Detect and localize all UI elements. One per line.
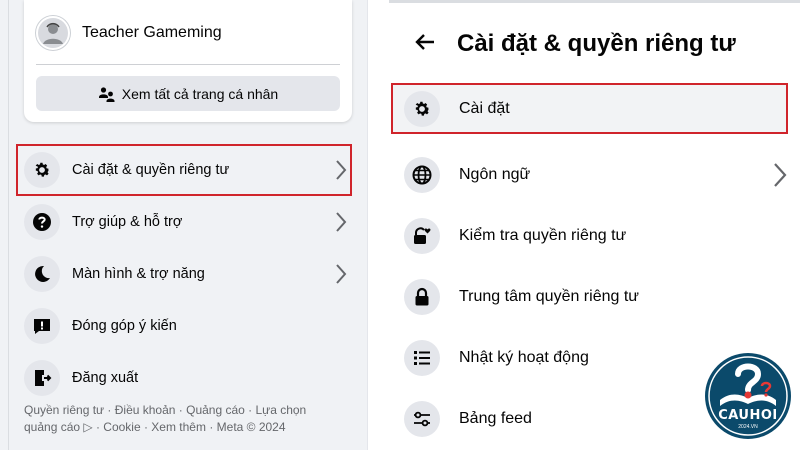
question-icon bbox=[24, 204, 60, 240]
gear-icon bbox=[404, 90, 440, 127]
cauhoi-watermark-logo: CAUHOI 2024.VN bbox=[700, 348, 796, 444]
chevron-right-icon bbox=[334, 159, 348, 181]
watermark-subtext: 2024.VN bbox=[738, 424, 758, 430]
footer-line[interactable]: Quyền riêng tư · Điều khoản · Quảng cáo … bbox=[24, 402, 344, 419]
menu-item-privacy-center[interactable]: Trung tâm quyền riêng tư bbox=[391, 266, 788, 327]
menu-item-label: Đóng góp ý kiến bbox=[72, 318, 177, 334]
logout-icon bbox=[24, 360, 60, 396]
list-icon bbox=[404, 339, 440, 376]
gear-icon bbox=[24, 152, 60, 188]
avatar[interactable] bbox=[36, 16, 70, 50]
menu-item-label: Cài đặt bbox=[459, 99, 510, 117]
account-menu-panel: Teacher Gameming Xem tất cả trang cá nhâ… bbox=[0, 0, 368, 450]
account-menu-list: Cài đặt & quyền riêng tư Trợ giúp & hỗ t… bbox=[16, 144, 352, 404]
menu-item-give-feedback[interactable]: Đóng góp ý kiến bbox=[16, 300, 352, 352]
menu-item-settings-privacy[interactable]: Cài đặt & quyền riêng tư bbox=[16, 144, 352, 196]
menu-item-label: Màn hình & trợ năng bbox=[72, 266, 205, 282]
menu-item-help-support[interactable]: Trợ giúp & hỗ trợ bbox=[16, 196, 352, 248]
menu-item-language[interactable]: Ngôn ngữ bbox=[391, 144, 788, 205]
panel-edge bbox=[8, 0, 9, 450]
chevron-right-icon bbox=[772, 162, 788, 188]
lock-icon bbox=[404, 278, 440, 315]
lock-heart-icon bbox=[404, 217, 440, 254]
panel-top-border bbox=[389, 0, 800, 3]
footer-links: Quyền riêng tư · Điều khoản · Quảng cáo … bbox=[24, 402, 344, 436]
menu-item-display-accessibility[interactable]: Màn hình & trợ năng bbox=[16, 248, 352, 300]
back-button[interactable] bbox=[407, 26, 443, 62]
menu-item-settings[interactable]: Cài đặt bbox=[391, 83, 788, 134]
menu-item-label: Ngôn ngữ bbox=[459, 165, 531, 183]
watermark-text: CAUHOI bbox=[718, 408, 778, 423]
globe-icon bbox=[404, 156, 440, 193]
menu-item-label: Trung tâm quyền riêng tư bbox=[459, 287, 639, 305]
menu-item-label: Bảng feed bbox=[459, 409, 532, 427]
menu-item-label: Kiểm tra quyền riêng tư bbox=[459, 226, 627, 244]
chevron-right-icon bbox=[334, 263, 348, 285]
menu-item-label: Trợ giúp & hỗ trợ bbox=[72, 214, 183, 230]
see-all-profiles-label: Xem tất cả trang cá nhân bbox=[121, 85, 279, 102]
sliders-icon bbox=[404, 400, 440, 437]
panel-header: Cài đặt & quyền riêng tư bbox=[407, 24, 736, 64]
page-title: Cài đặt & quyền riêng tư bbox=[457, 30, 736, 57]
profile-name: Teacher Gameming bbox=[82, 24, 222, 41]
menu-item-label: Nhật ký hoạt động bbox=[459, 348, 589, 366]
see-all-profiles-button[interactable]: Xem tất cả trang cá nhân bbox=[36, 76, 340, 111]
profiles-switch-icon bbox=[98, 85, 116, 103]
chevron-right-icon bbox=[334, 211, 348, 233]
feedback-icon bbox=[24, 308, 60, 344]
menu-item-label: Cài đặt & quyền riêng tư bbox=[72, 162, 230, 178]
back-arrow-icon bbox=[414, 32, 436, 57]
menu-item-privacy-checkup[interactable]: Kiểm tra quyền riêng tư bbox=[391, 205, 788, 266]
menu-item-label: Đăng xuất bbox=[72, 370, 139, 386]
profile-row[interactable]: Teacher Gameming bbox=[36, 12, 222, 54]
footer-line[interactable]: quảng cáo ▷ · Cookie · Xem thêm · Meta ©… bbox=[24, 419, 344, 436]
menu-item-log-out[interactable]: Đăng xuất bbox=[16, 352, 352, 404]
divider bbox=[36, 64, 340, 65]
profile-card: Teacher Gameming Xem tất cả trang cá nhâ… bbox=[24, 0, 352, 122]
moon-icon bbox=[24, 256, 60, 292]
